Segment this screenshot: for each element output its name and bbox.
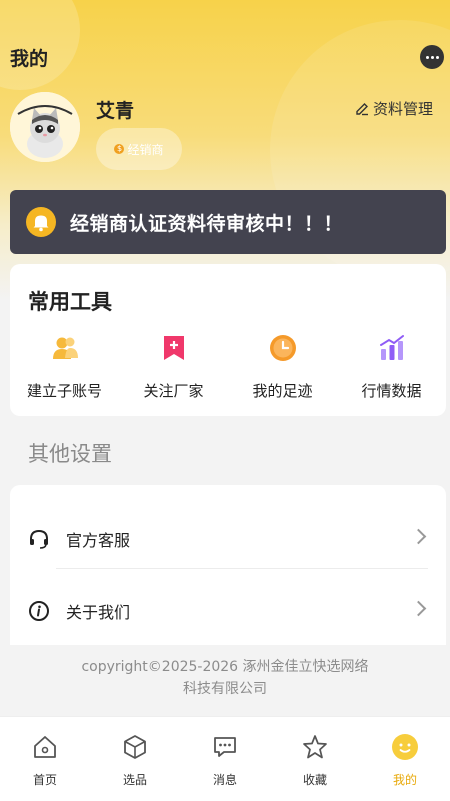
cat-avatar-icon	[10, 92, 80, 162]
username: 艾青	[96, 100, 135, 122]
row-label: 官方客服	[66, 531, 131, 550]
tab-label: 收藏	[302, 773, 327, 787]
tool-market-data[interactable]: 行情数据	[337, 334, 446, 401]
message-icon	[214, 737, 236, 757]
page-title: 我的	[10, 48, 49, 70]
home-icon	[34, 736, 56, 758]
tab-home[interactable]: 首页	[0, 717, 90, 801]
tab-label: 消息	[212, 773, 237, 787]
role-badge: $ 经销商	[96, 128, 182, 170]
tool-create-sub-account[interactable]: 建立子账号	[10, 334, 119, 401]
row-divider	[56, 568, 428, 569]
row-official-support[interactable]: 官方客服	[10, 509, 446, 569]
copyright-line-1: copyright©2025-2026 涿州金佳立快选网络	[81, 659, 369, 675]
bell-icon	[26, 207, 56, 237]
notice-text: 经销商认证资料待审核中！！！	[70, 212, 344, 235]
profile-manage-link[interactable]: 资料管理	[355, 98, 433, 119]
user-add-icon	[52, 337, 78, 359]
common-tools-card: 常用工具 建立子账号 关注厂家 我的足迹 行情数据	[10, 264, 446, 416]
profile-icon	[392, 734, 418, 760]
headset-icon	[30, 529, 48, 549]
other-settings-card: 官方客服 关于我们	[10, 485, 446, 645]
bottom-tab-bar: 首页 选品 消息 收藏 我的	[0, 716, 450, 801]
cube-icon	[124, 735, 146, 759]
chat-icon[interactable]	[420, 45, 444, 69]
avatar[interactable]	[10, 92, 80, 162]
tool-my-footprint[interactable]: 我的足迹	[228, 334, 337, 401]
star-icon	[303, 735, 327, 759]
chevron-right-icon	[410, 528, 427, 545]
coin-icon: $	[114, 144, 125, 154]
tab-label: 首页	[32, 773, 57, 787]
bookmark-plus-icon	[163, 336, 184, 360]
tool-label: 行情数据	[361, 382, 422, 400]
row-label: 关于我们	[66, 603, 131, 622]
tool-label: 建立子账号	[26, 382, 102, 400]
other-settings-title: 其他设置	[28, 442, 112, 466]
tool-follow-manufacturers[interactable]: 关注厂家	[119, 334, 228, 401]
verification-notice[interactable]: 经销商认证资料待审核中！！！	[10, 190, 446, 254]
tab-favorites[interactable]: 收藏	[270, 717, 360, 801]
tool-label: 关注厂家	[143, 382, 204, 400]
profile-manage-label: 资料管理	[373, 100, 434, 118]
tool-label: 我的足迹	[252, 382, 313, 400]
tab-label: 我的	[392, 773, 417, 787]
tab-label: 选品	[122, 773, 147, 787]
chevron-right-icon	[410, 600, 427, 617]
info-icon	[29, 601, 49, 621]
clock-icon	[269, 335, 296, 361]
copyright-text: copyright©2025-2026 涿州金佳立快选网络 科技有限公司	[40, 656, 410, 700]
tools-title: 常用工具	[28, 290, 112, 314]
tab-messages[interactable]: 消息	[180, 717, 270, 801]
edit-icon	[356, 102, 368, 115]
bar-chart-icon	[379, 335, 404, 360]
copyright-line-2: 科技有限公司	[183, 681, 267, 697]
tab-products[interactable]: 选品	[90, 717, 180, 801]
row-about-us[interactable]: 关于我们	[10, 581, 446, 641]
tab-mine[interactable]: 我的	[360, 717, 450, 801]
role-label: 经销商	[127, 142, 164, 157]
